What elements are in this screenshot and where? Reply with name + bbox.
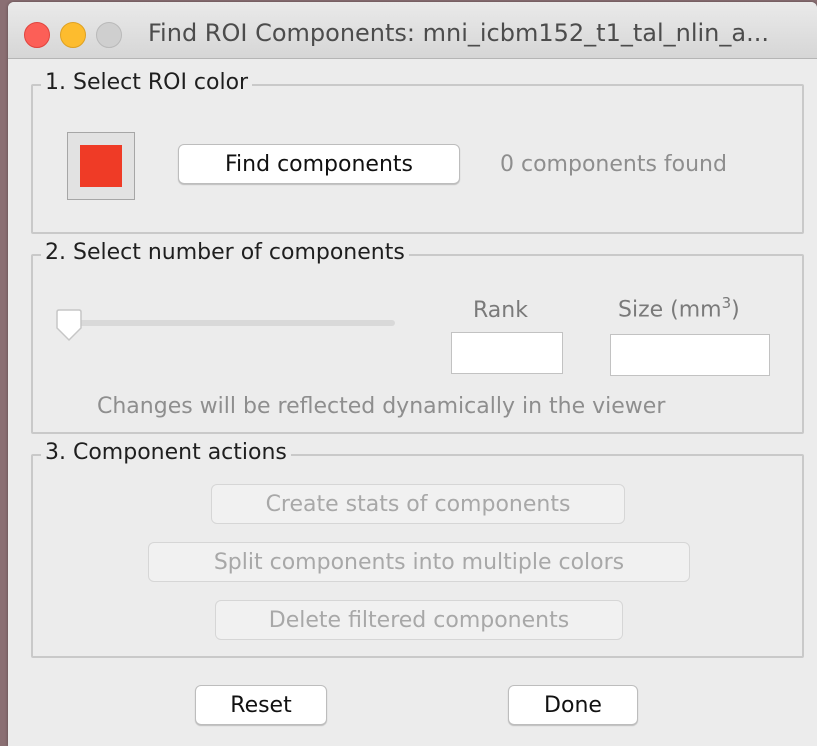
minimize-window-button[interactable]: [60, 22, 86, 48]
roi-color-well[interactable]: [67, 132, 135, 200]
components-slider-track[interactable]: [63, 320, 395, 326]
size-label-close: ): [731, 297, 740, 323]
window-title: Find ROI Components: mni_icbm152_t1_tal_…: [148, 19, 769, 47]
done-button[interactable]: Done: [508, 685, 638, 725]
rank-label: Rank: [473, 298, 528, 323]
zoom-window-button[interactable]: [96, 22, 122, 48]
dialog-window: Find ROI Components: mni_icbm152_t1_tal_…: [8, 2, 817, 746]
components-found-status: 0 components found: [500, 152, 727, 177]
title-bar[interactable]: Find ROI Components: mni_icbm152_t1_tal_…: [8, 2, 817, 59]
size-input[interactable]: [610, 334, 770, 376]
section3-legend: 3. Component actions: [41, 440, 291, 465]
select-number-group: 2. Select number of components Rank Size…: [31, 240, 804, 434]
find-components-button[interactable]: Find components: [178, 144, 460, 184]
section1-legend: 1. Select ROI color: [41, 70, 253, 95]
split-colors-button[interactable]: Split components into multiple colors: [148, 542, 690, 582]
size-label-text: Size (mm: [618, 297, 722, 323]
dynamic-update-hint: Changes will be reflected dynamically in…: [97, 394, 666, 419]
components-slider-knob[interactable]: [55, 308, 83, 342]
section2-legend: 2. Select number of components: [41, 240, 409, 265]
size-label-superscript: 3: [721, 294, 732, 312]
create-stats-button[interactable]: Create stats of components: [211, 484, 625, 524]
rank-input[interactable]: [451, 332, 563, 374]
close-window-button[interactable]: [24, 22, 50, 48]
size-label: Size (mm3): [618, 294, 740, 322]
roi-color-swatch[interactable]: [80, 145, 122, 187]
component-actions-group: 3. Component actions Create stats of com…: [31, 440, 804, 658]
reset-button[interactable]: Reset: [195, 685, 327, 725]
delete-filtered-button[interactable]: Delete filtered components: [215, 600, 623, 640]
select-roi-color-group: 1. Select ROI color Find components 0 co…: [31, 70, 804, 234]
